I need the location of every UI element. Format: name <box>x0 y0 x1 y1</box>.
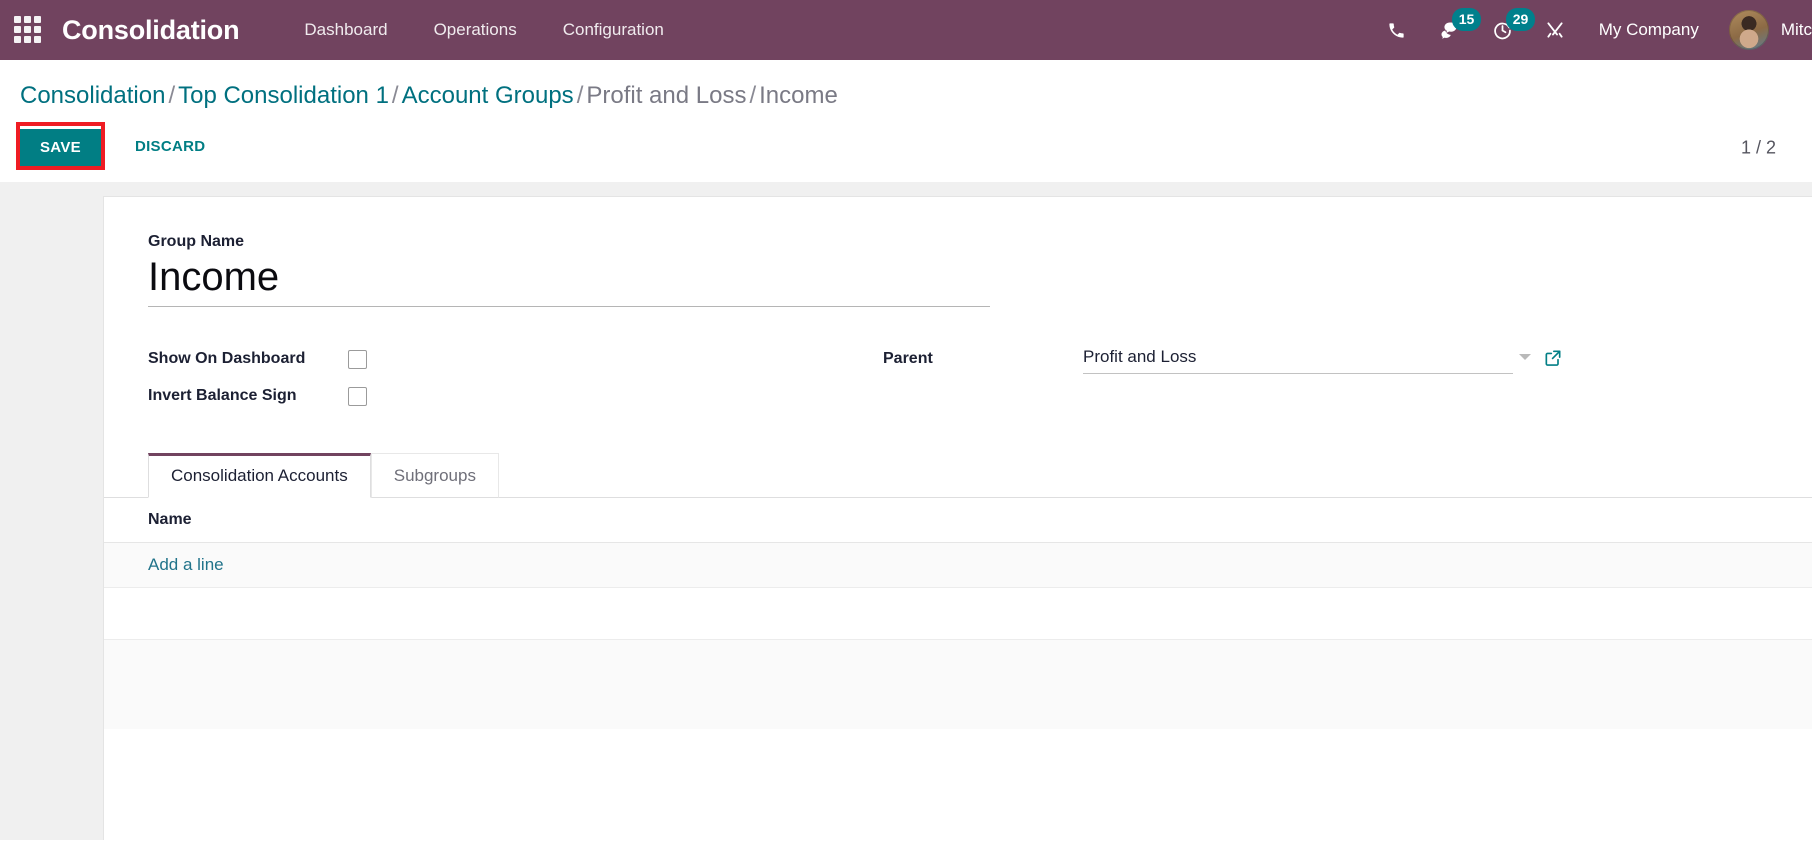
phone-icon[interactable] <box>1371 0 1422 60</box>
table-header-row: Name <box>104 497 1812 543</box>
breadcrumb-item-consolidation[interactable]: Consolidation <box>20 82 165 109</box>
menu-item-operations[interactable]: Operations <box>411 14 540 46</box>
add-a-line-row[interactable]: Add a line <box>104 542 1812 588</box>
apps-grid-icon[interactable] <box>14 16 42 44</box>
show-on-dashboard-label: Show On Dashboard <box>148 350 306 368</box>
breadcrumb-separator: / <box>576 82 584 109</box>
avatar <box>1728 10 1769 50</box>
group-name-field-group: Group Name <box>148 233 1768 307</box>
breadcrumb-separator: / <box>749 82 757 109</box>
form-columns: Show On Dashboard Invert Balance Sign Pa… <box>148 337 1768 415</box>
table-filler-row <box>104 587 1812 640</box>
top-navbar: Consolidation Dashboard Operations Confi… <box>0 0 1812 60</box>
parent-input[interactable] <box>1083 344 1513 374</box>
invert-balance-sign-label: Invert Balance Sign <box>148 387 297 405</box>
control-panel: Consolidation / Top Consolidation 1/Accoun… <box>0 60 1812 182</box>
breadcrumb-item-profit-and-loss[interactable]: Profit and Loss <box>586 82 746 109</box>
parent-label: Parent <box>883 350 933 368</box>
breadcrumb-separator: / <box>168 82 176 109</box>
tab-consolidation-accounts[interactable]: Consolidation Accounts <box>148 452 371 498</box>
invert-balance-sign-row: Invert Balance Sign <box>148 378 848 415</box>
breadcrumb-item-income: Income <box>759 82 838 109</box>
breadcrumb-separator: / <box>391 82 399 109</box>
messages-icon[interactable]: 15 <box>1422 0 1482 60</box>
table-header: Name <box>104 497 1812 543</box>
record-pager[interactable]: 1 / 2 <box>1741 138 1776 159</box>
user-menu[interactable]: Mitc <box>1717 10 1812 50</box>
username-label: Mitc <box>1780 20 1812 39</box>
table-filler-row <box>104 639 1812 730</box>
parent-field <box>1083 344 1563 374</box>
breadcrumb-item-account-groups[interactable]: Account Groups <box>402 82 574 109</box>
invert-balance-sign-checkbox[interactable] <box>348 386 367 406</box>
show-on-dashboard-row: Show On Dashboard <box>148 341 848 378</box>
main-menu: Dashboard Operations Configuration <box>281 14 686 46</box>
form-fields-top: Group Name Show On Dashboard Invert Bala… <box>104 233 1812 415</box>
content-area: Group Name Show On Dashboard Invert Bala… <box>0 182 1812 840</box>
form-sheet: Group Name Show On Dashboard Invert Bala… <box>103 196 1812 840</box>
chevron-down-icon[interactable] <box>1519 354 1531 361</box>
debug-tools-icon[interactable] <box>1529 0 1581 60</box>
control-panel-buttons: SAVE DISCARD 1 / 2 <box>0 114 1812 182</box>
form-column-left: Show On Dashboard Invert Balance Sign <box>148 337 848 415</box>
app-brand-title[interactable]: Consolidation <box>62 15 240 46</box>
consolidation-accounts-table: Name Add a line <box>104 497 1812 730</box>
menu-item-dashboard[interactable]: Dashboard <box>281 14 410 46</box>
menu-item-configuration[interactable]: Configuration <box>540 14 687 46</box>
save-button-highlight: SAVE <box>16 122 105 170</box>
company-switcher[interactable]: My Company <box>1581 20 1717 40</box>
form-column-right: Parent <box>883 337 1643 415</box>
notebook-tabs: Consolidation Accounts Subgroups <box>104 452 1812 498</box>
save-button[interactable]: SAVE <box>20 126 101 166</box>
tab-subgroups[interactable]: Subgroups <box>370 452 499 498</box>
group-name-label: Group Name <box>148 233 245 250</box>
add-a-line-link[interactable]: Add a line <box>148 555 224 574</box>
activities-clock-icon[interactable]: 29 <box>1476 0 1536 60</box>
notebook: Consolidation Accounts Subgroups Name Ad… <box>104 452 1812 730</box>
show-on-dashboard-checkbox[interactable] <box>348 349 367 369</box>
breadcrumb: Consolidation / Top Consolidation 1/Accoun… <box>0 78 1100 114</box>
group-name-input[interactable] <box>148 255 990 307</box>
breadcrumb-item-top-consolidation-1[interactable]: Top Consolidation 1 <box>178 82 389 109</box>
column-header-name: Name <box>104 497 1812 543</box>
external-link-icon[interactable] <box>1543 348 1563 368</box>
navbar-right-tools: 15 29 My Company Mitc <box>1371 0 1812 60</box>
table-body: Add a line <box>104 542 1812 730</box>
group-name-field <box>148 255 1768 307</box>
discard-button[interactable]: DISCARD <box>117 128 223 165</box>
parent-row: Parent <box>883 341 1643 378</box>
